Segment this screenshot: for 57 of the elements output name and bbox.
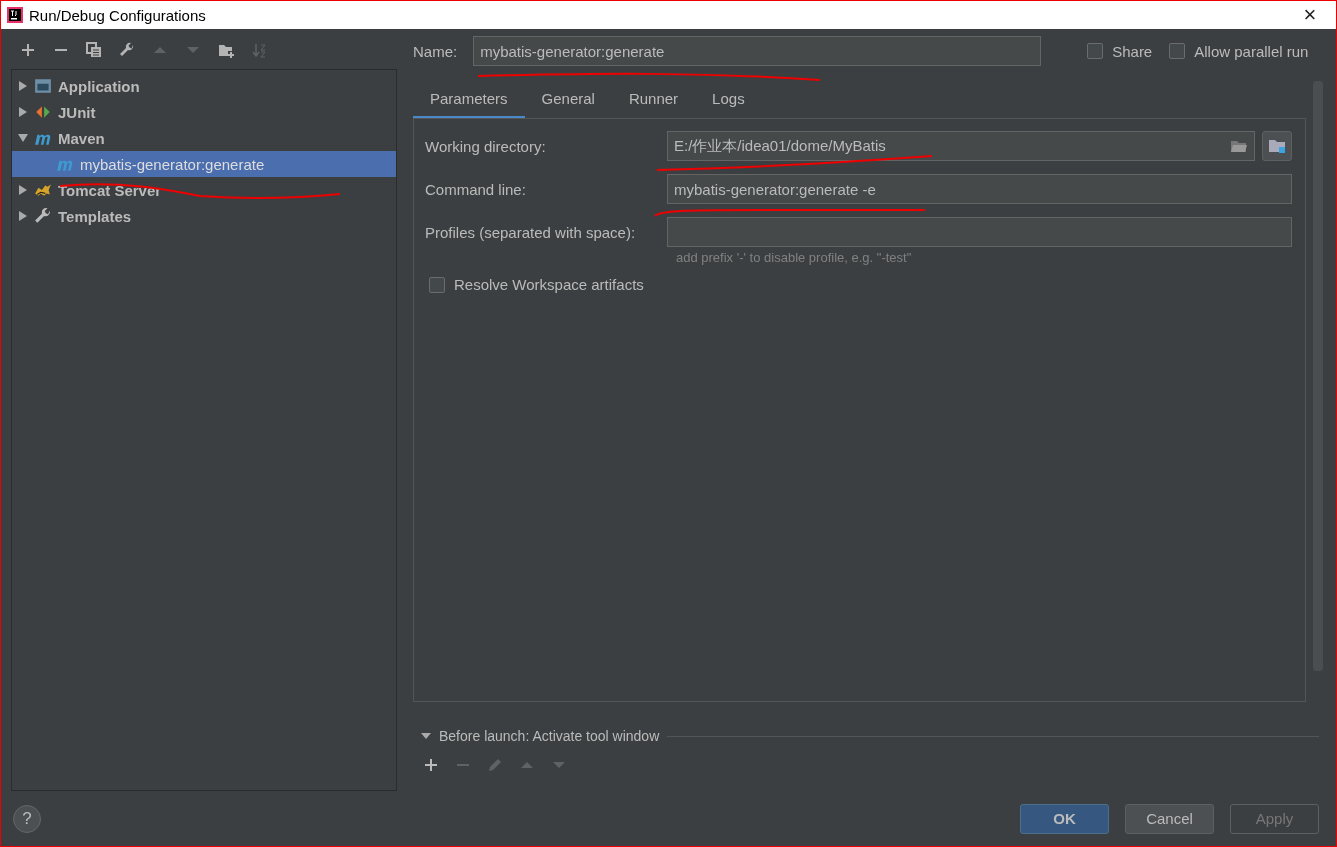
field-label: Working directory: — [425, 137, 547, 155]
copy-icon[interactable] — [86, 42, 102, 58]
expand-arrow-icon[interactable] — [18, 107, 28, 117]
expand-arrow-icon[interactable] — [18, 133, 28, 143]
tree-item-label: Templates — [58, 207, 132, 225]
checkbox-label: Share — [1112, 42, 1153, 60]
tree-item[interactable]: JUnit — [12, 99, 396, 125]
window-title: Run/Debug Configurations — [29, 6, 207, 24]
tree-item[interactable]: mybatis-generator:generate — [12, 151, 396, 177]
folder-add-icon[interactable] — [218, 42, 234, 58]
tab[interactable]: Parameters — [413, 81, 525, 119]
tab[interactable]: General — [524, 81, 612, 119]
field-label: Profiles (separated with space): — [425, 223, 637, 241]
wrench-icon — [34, 207, 52, 225]
tree-item[interactable]: Maven — [12, 125, 396, 151]
input-field[interactable]: mybatis-generator:generate -e — [667, 174, 1292, 204]
field-label: Name: — [413, 42, 458, 60]
tree-item-label: mybatis-generator:generate — [80, 155, 265, 173]
dialog-button[interactable]: Cancel — [1125, 803, 1214, 834]
tree-item[interactable]: Tomcat Server — [12, 177, 396, 203]
checkbox[interactable] — [1169, 43, 1186, 59]
folder-icon[interactable] — [1230, 138, 1248, 154]
expand-arrow-icon[interactable] — [18, 81, 28, 91]
expand-arrow-icon[interactable] — [18, 211, 28, 221]
hint-text: add prefix '-' to disable profile, e.g. "-test" — [676, 250, 913, 267]
checkbox-label: Resolve Workspace artifacts — [454, 276, 644, 293]
collapse-arrow-icon[interactable] — [421, 731, 431, 741]
app-logo-icon — [7, 7, 23, 23]
folder-icon — [1268, 138, 1286, 154]
field-label: Command line: — [425, 180, 527, 198]
expand-arrow-icon[interactable] — [18, 185, 28, 195]
tree-item-label: JUnit — [58, 103, 96, 121]
tree-item[interactable]: Application — [12, 73, 396, 99]
tree-item-label: Application — [58, 77, 140, 95]
input-field[interactable] — [667, 217, 1292, 247]
window-icon — [34, 77, 52, 95]
help-button[interactable]: ? — [13, 804, 41, 833]
dialog-button[interactable]: OK — [1020, 803, 1109, 834]
checkbox[interactable] — [429, 276, 445, 293]
field-value: mybatis-generator:generate — [480, 42, 665, 60]
add-icon[interactable] — [20, 42, 36, 58]
checkbox[interactable] — [1087, 43, 1104, 59]
browse-button[interactable] — [1262, 131, 1292, 161]
tab[interactable]: Logs — [695, 81, 762, 119]
wrench-icon[interactable] — [119, 42, 135, 58]
section-title: Before launch: Activate tool window — [439, 728, 660, 744]
checkbox-label: Allow parallel run — [1194, 42, 1309, 60]
add-icon[interactable] — [423, 757, 439, 773]
tree-item-label: Tomcat Server — [58, 181, 162, 199]
name-field[interactable]: mybatis-generator:generate — [473, 36, 1042, 66]
tree-item-label: Maven — [58, 129, 105, 147]
field-value: E:/作业本/idea01/dome/MyBatis — [674, 136, 886, 156]
close-button[interactable]: × — [1290, 1, 1330, 29]
directory-field[interactable]: E:/作业本/idea01/dome/MyBatis — [667, 131, 1255, 161]
tree-item[interactable]: Templates — [12, 203, 396, 229]
field-value: mybatis-generator:generate -e — [674, 180, 876, 198]
tab[interactable]: Runner — [611, 81, 696, 119]
